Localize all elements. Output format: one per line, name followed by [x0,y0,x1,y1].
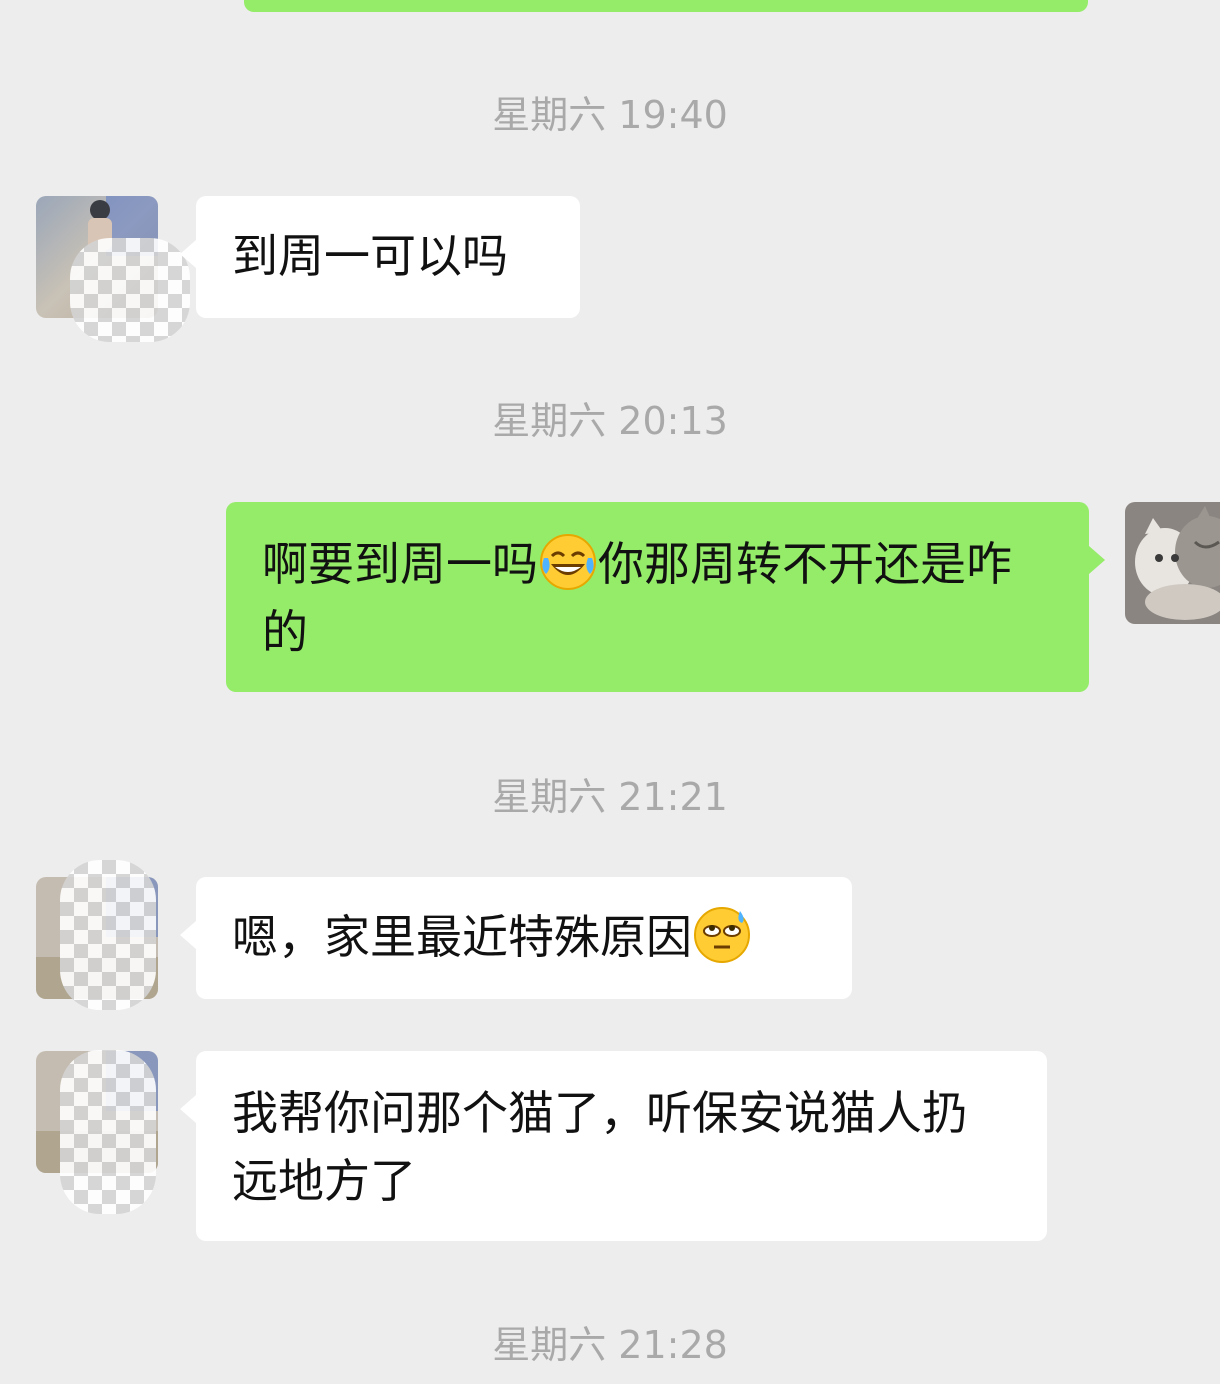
sweat-eye-roll-emoji [694,907,750,963]
timestamp: 星期六 20:13 [492,399,728,443]
timestamp: 星期六 19:40 [492,93,728,137]
blur-mask [70,238,190,342]
blur-mask [60,1050,156,1214]
message-bubble-incoming[interactable]: 我帮你问那个猫了，听保安说猫人扔远地方了 [180,1051,1047,1241]
message-text: 啊要到周一吗 [262,537,538,591]
message-bubble-incoming[interactable]: 到周一可以吗 [180,196,580,318]
previous-outgoing-bubble[interactable] [244,0,1088,12]
cat-photo-icon [1125,502,1220,624]
cat-avatar[interactable] [1125,502,1220,624]
message-text: 到周一可以吗 [232,229,508,283]
bubble-tail [180,921,196,949]
message-text: 我帮你问那个猫了，听保安说猫人扔远地方了 [232,1086,968,1208]
bubble-tail [1089,546,1105,574]
bubble-tail [180,1095,196,1123]
timestamp: 星期六 21:21 [492,775,728,819]
message-bubble-outgoing[interactable]: 啊要到周一吗 你那周转不开还是咋的 [226,502,1105,692]
chat-message-list[interactable]: 星期六 19:40 到周一可以吗 星期六 20:13 啊要到周一吗 你那周转不开… [0,0,1220,1384]
message-bubble-incoming[interactable]: 嗯，家里最近特殊原因 [180,877,852,999]
timestamp: 星期六 21:28 [492,1323,728,1367]
blur-mask [60,860,156,1010]
message-text: 嗯，家里最近特殊原因 [232,910,692,964]
tears-of-joy-emoji [540,534,596,590]
bubble-tail [180,240,196,268]
